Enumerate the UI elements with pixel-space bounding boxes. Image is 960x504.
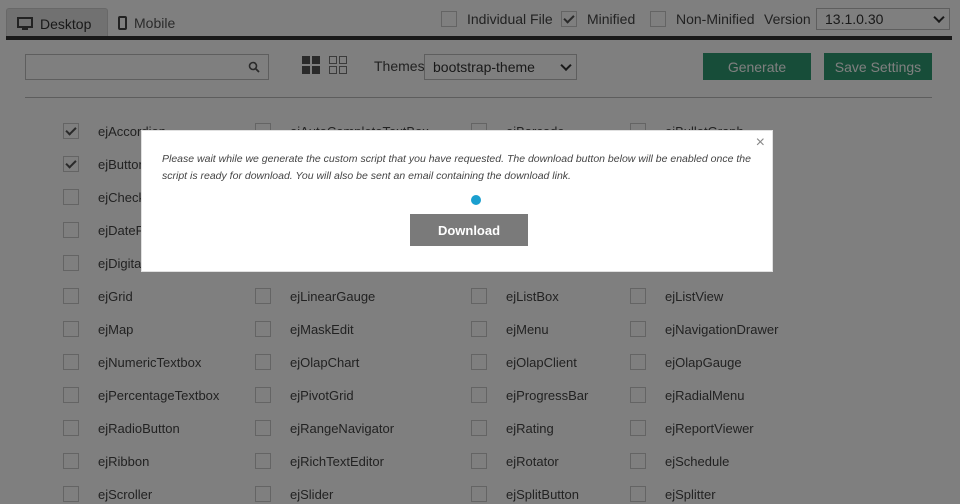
download-button[interactable]: Download <box>410 214 528 246</box>
close-icon[interactable]: × <box>756 135 765 151</box>
loading-indicator <box>471 195 481 205</box>
progress-dialog: × Please wait while we generate the cust… <box>141 130 773 272</box>
dialog-message: Please wait while we generate the custom… <box>162 153 751 182</box>
